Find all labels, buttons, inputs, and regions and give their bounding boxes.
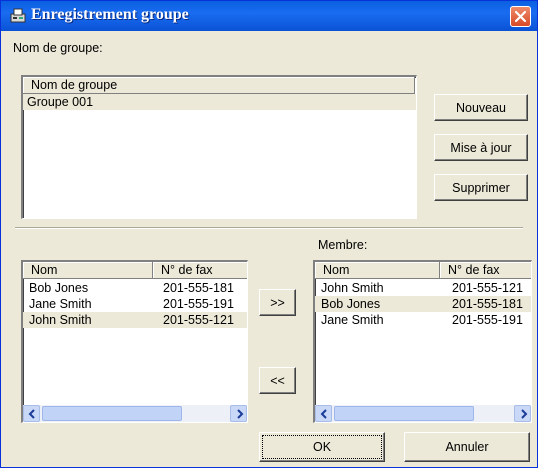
scroll-thumb[interactable] (42, 406, 182, 421)
member-name: Bob Jones (321, 297, 381, 311)
contact-name: John Smith (29, 313, 92, 327)
add-member-button[interactable]: >> (259, 289, 296, 316)
cancel-button[interactable]: Annuler (404, 432, 530, 462)
contact-fax: 201-555-191 (163, 297, 234, 311)
group-column-header[interactable]: Nom de groupe (23, 77, 415, 94)
dialog-window: Enregistrement groupe Nom de groupe: Nom… (0, 0, 538, 468)
update-button[interactable]: Mise à jour (434, 134, 528, 161)
group-name-label: Nom de groupe: (13, 41, 103, 55)
close-icon (514, 10, 527, 23)
members-hscrollbar[interactable] (315, 405, 531, 422)
group-list[interactable]: Nom de groupe Groupe 001 (21, 75, 417, 219)
list-item[interactable]: Bob Jones 201-555-181 (23, 280, 247, 296)
close-button[interactable] (510, 6, 531, 27)
list-item[interactable]: John Smith 201-555-121 (315, 280, 531, 296)
contacts-hscrollbar[interactable] (23, 405, 247, 422)
chevron-right-icon (237, 409, 244, 419)
members-label: Membre: (318, 238, 368, 252)
new-button[interactable]: Nouveau (434, 94, 528, 121)
window-title: Enregistrement groupe (31, 6, 189, 23)
member-name: John Smith (321, 281, 384, 295)
member-name: Jane Smith (321, 313, 384, 327)
title-bar[interactable]: Enregistrement groupe (1, 1, 537, 31)
members-header-fax[interactable]: N° de fax (440, 262, 531, 279)
scroll-left-button[interactable] (315, 405, 332, 422)
contact-name: Jane Smith (29, 297, 92, 311)
group-row-name: Groupe 001 (27, 95, 94, 109)
chevron-left-icon (320, 409, 327, 419)
chevron-right-icon (521, 409, 528, 419)
contact-fax: 201-555-181 (163, 281, 234, 295)
group-row[interactable]: Groupe 001 (23, 94, 416, 110)
scroll-thumb[interactable] (334, 406, 474, 421)
scroll-right-button[interactable] (230, 405, 247, 422)
remove-member-button[interactable]: << (259, 367, 296, 394)
scroll-left-button[interactable] (23, 405, 40, 422)
list-item[interactable]: Bob Jones 201-555-181 (315, 296, 531, 312)
contacts-header-fax[interactable]: N° de fax (153, 262, 247, 279)
member-fax: 201-555-191 (452, 313, 523, 327)
chevron-left-icon (28, 409, 35, 419)
contact-name: Bob Jones (29, 281, 89, 295)
members-list[interactable]: Nom N° de fax John Smith 201-555-121 Bob… (313, 260, 532, 423)
contact-fax: 201-555-121 (163, 313, 234, 327)
delete-button[interactable]: Supprimer (434, 174, 528, 201)
separator (15, 227, 523, 229)
ok-button[interactable]: OK (259, 432, 385, 462)
fax-machine-icon (9, 7, 27, 25)
list-item[interactable]: Jane Smith 201-555-191 (315, 312, 531, 328)
contacts-header-name[interactable]: Nom (23, 262, 153, 279)
list-item[interactable]: John Smith 201-555-121 (23, 312, 247, 328)
member-fax: 201-555-121 (452, 281, 523, 295)
member-fax: 201-555-181 (452, 297, 523, 311)
list-item[interactable]: Jane Smith 201-555-191 (23, 296, 247, 312)
scroll-right-button[interactable] (514, 405, 531, 422)
members-header-name[interactable]: Nom (315, 262, 440, 279)
contacts-list[interactable]: Nom N° de fax Bob Jones 201-555-181 Jane… (21, 260, 248, 423)
